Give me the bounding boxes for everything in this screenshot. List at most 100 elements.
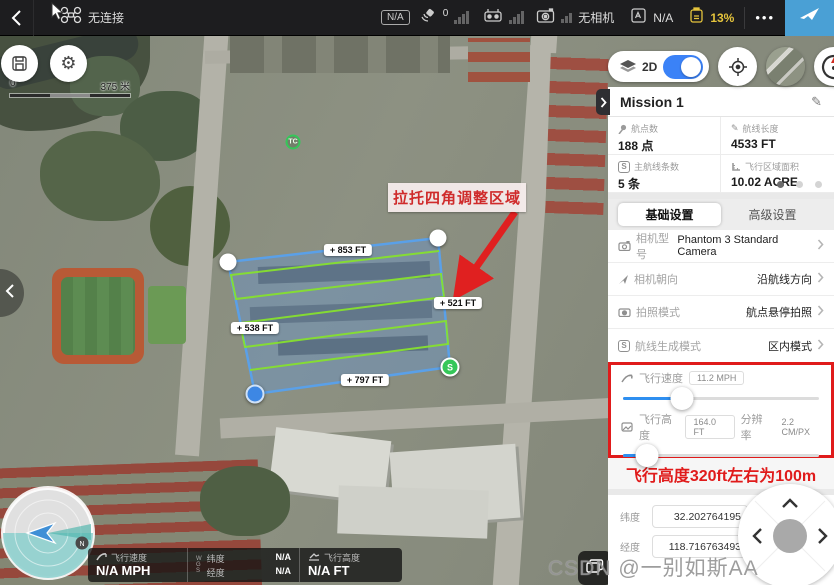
row-camera-heading[interactable]: 相机朝向 沿航线方向 [608, 263, 834, 296]
lng-label: 经度 [207, 566, 225, 579]
camera-signal-bars-icon [561, 13, 572, 23]
battery-icon [689, 7, 704, 29]
lat-value: N/A [276, 552, 292, 565]
altitude-slider-knob[interactable] [635, 444, 658, 467]
telemetry-speed: 飞行速度 N/A MPH [88, 548, 188, 582]
altitude-label: 飞行高度 [639, 411, 679, 443]
save-mission-button[interactable] [1, 45, 38, 82]
stat-label: 航点数 [631, 122, 658, 135]
speed-slider-knob[interactable] [670, 387, 693, 410]
datum-s: S [196, 568, 202, 574]
map-control-row: 2D [608, 47, 834, 86]
rc-signal-bars-icon [509, 11, 524, 24]
nudge-center-button[interactable] [773, 519, 807, 553]
locate-button[interactable] [718, 47, 757, 86]
chevron-right-icon [817, 303, 824, 321]
chevron-right-icon [817, 237, 824, 255]
map-settings-button[interactable]: ⚙ [50, 45, 87, 82]
edge-length-left[interactable]: + 538 FT [231, 322, 279, 334]
map-mode-pill: 2D [608, 51, 709, 82]
latitude-value: 32.202764195 [674, 511, 741, 523]
camera-icon [536, 8, 555, 28]
telemetry-altitude: 飞行高度 N/A FT [300, 548, 400, 582]
speed-value: N/A MPH [96, 564, 179, 578]
stat-value: 4533 FT [731, 137, 824, 151]
north-label: N [79, 541, 84, 548]
edge-length-top[interactable]: + 853 FT [324, 244, 372, 256]
remote-controller-icon [483, 7, 503, 28]
annotation-label: 拉托四角调整区域 [388, 183, 526, 212]
row-label: 航线生成模式 [635, 338, 701, 354]
altitude-value-box: 164.0 FT [685, 415, 734, 439]
area-ruler-icon [731, 162, 741, 172]
speed-slider[interactable] [623, 387, 819, 409]
stats-page-dots[interactable] [777, 181, 822, 188]
row-label: 拍照模式 [636, 304, 680, 320]
checklist-icon [630, 7, 647, 29]
stat-label: 航线长度 [743, 122, 779, 135]
waypoint-icon [618, 124, 627, 134]
row-value: 航点悬停拍照 [746, 304, 812, 320]
top-status-bar: 无连接 N/A 0 [0, 0, 834, 36]
back-button[interactable] [0, 0, 34, 36]
signal-bars-icon [454, 11, 469, 24]
stat-label: 主航线条数 [634, 160, 679, 173]
row-label: 相机朝向 [634, 271, 678, 287]
row-photo-mode[interactable]: 拍照模式 航点悬停拍照 [608, 296, 834, 329]
settings-tabs: 基础设置 高级设置 [608, 199, 834, 230]
latitude-field[interactable]: 32.202764195 [652, 505, 748, 528]
tab-advanced-settings[interactable]: 高级设置 [721, 203, 824, 226]
crosshair-icon [728, 57, 748, 77]
altitude-slider[interactable] [623, 444, 819, 466]
resolution-value: 2.2 CM/PX [775, 416, 821, 438]
corner-handle-topright[interactable] [430, 230, 447, 247]
gear-icon: ⚙ [60, 53, 76, 74]
tab-basic-settings[interactable]: 基础设置 [618, 203, 721, 226]
corner-handle-topleft[interactable] [220, 254, 237, 271]
minimap-button[interactable] [766, 47, 805, 86]
row-route-mode[interactable]: S 航线生成模式 区内模式 [608, 329, 834, 362]
telemetry-bar: 飞行速度 N/A MPH W G S 纬度N/A 经度N/A [88, 548, 402, 582]
mission-stats: 航点数 188 点 ✎航线长度 4533 FT S主航线条数 5 条 飞行区域面… [608, 117, 834, 193]
checklist-value: N/A [653, 11, 673, 25]
speed-icon [621, 373, 633, 383]
mouse-cursor [51, 2, 64, 26]
tc-marker[interactable]: TC [286, 135, 301, 150]
stat-main-lines: S主航线条数 5 条 [608, 155, 721, 193]
annotation-arrow [468, 212, 515, 279]
corner-handle-bottomleft[interactable] [246, 385, 265, 404]
chevron-left-icon [5, 283, 15, 304]
satellite-icon [420, 8, 437, 28]
stat-route-length: ✎航线长度 4533 FT [721, 117, 834, 155]
stat-waypoints: 航点数 188 点 [608, 117, 721, 155]
save-icon [11, 55, 28, 72]
nudge-up-icon [783, 500, 797, 507]
speed-icon [96, 552, 107, 563]
app-root: + 853 FT + 521 FT + 538 FT + 797 FT S 拉托… [0, 0, 834, 585]
start-point-marker[interactable]: S [441, 358, 460, 377]
mode-toggle-switch[interactable] [663, 55, 703, 79]
map-mode-label: 2D [642, 60, 657, 74]
edge-length-bottom[interactable]: + 797 FT [341, 374, 389, 386]
battery-percent: 13% [710, 11, 734, 25]
edge-length-right[interactable]: + 521 FT [434, 297, 482, 309]
scale-bar [10, 94, 130, 97]
compass-north-button[interactable] [814, 47, 834, 86]
speed-setting: 飞行速度 11.2 MPH [621, 370, 821, 386]
chevron-right-icon [817, 270, 824, 288]
heading-plane-icon [618, 274, 629, 285]
latitude-label: 纬度 [620, 509, 644, 524]
lat-label: 纬度 [207, 552, 225, 565]
edit-mission-button[interactable]: ✎ [811, 94, 822, 110]
panel-collapse-tab[interactable] [596, 89, 610, 115]
more-menu-button[interactable]: ••• [755, 10, 775, 25]
nudge-right-icon [819, 529, 826, 543]
resolution-label: 分辨率 [741, 411, 771, 443]
row-camera-model[interactable]: 相机型号 Phantom 3 Standard Camera [608, 230, 834, 263]
mission-title: Mission 1 [620, 94, 684, 110]
stat-value: 188 点 [618, 137, 710, 154]
takeoff-button[interactable] [785, 0, 834, 36]
stat-label: 飞行区域面积 [745, 160, 799, 173]
mission-header: Mission 1 ✎ [608, 87, 834, 117]
camera-status: 无相机 [578, 9, 614, 26]
